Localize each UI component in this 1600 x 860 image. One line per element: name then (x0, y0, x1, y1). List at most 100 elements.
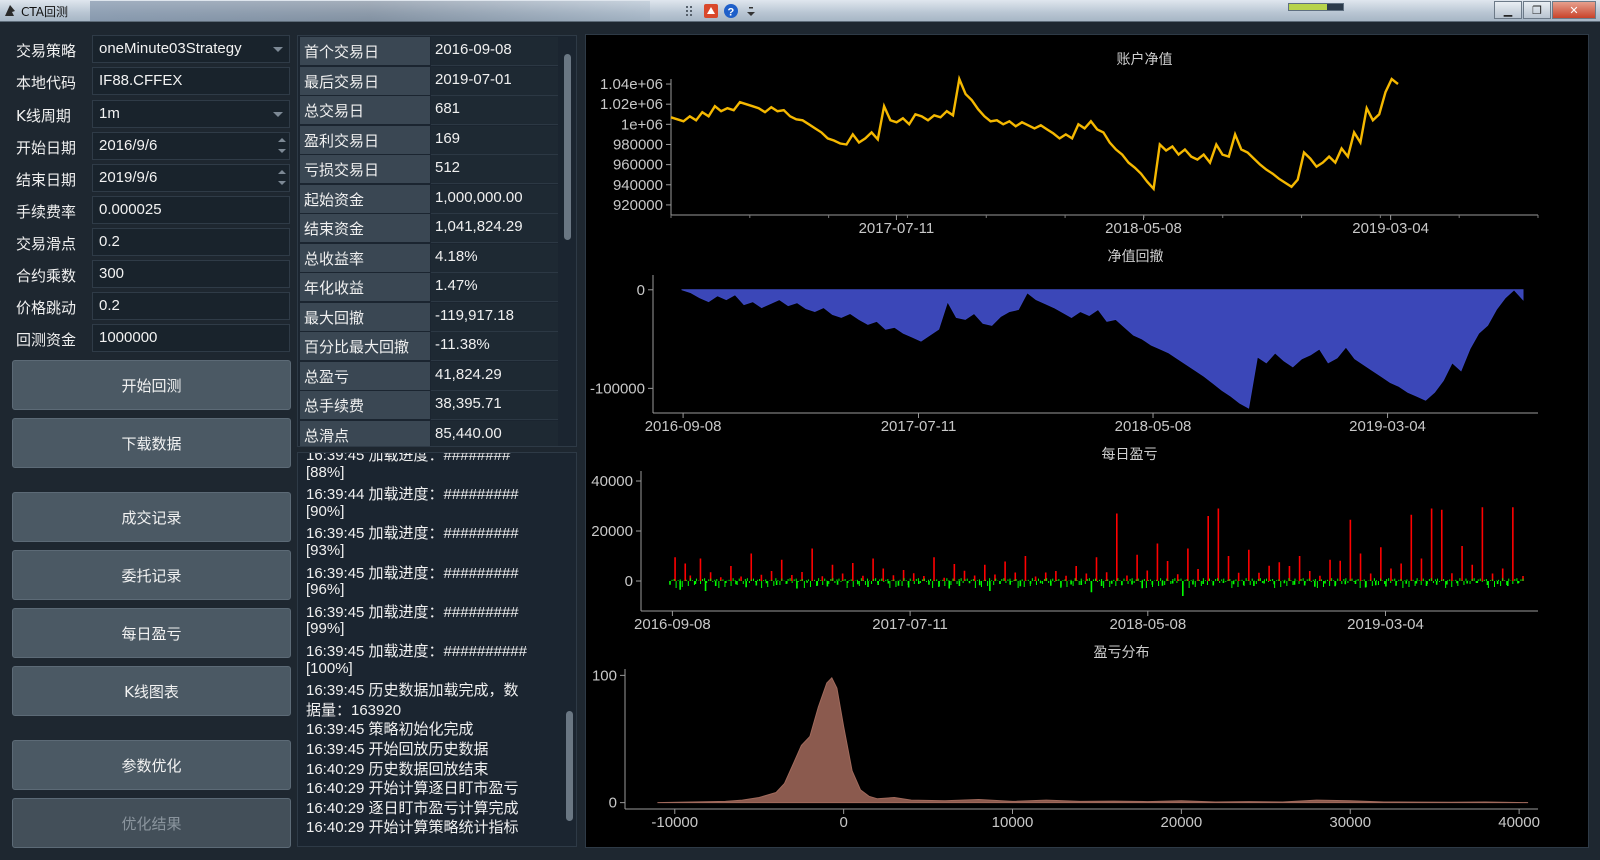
stats-value: 1,041,824.29 (431, 214, 558, 243)
slippage-input[interactable]: 0.2 (92, 228, 290, 256)
interval-label: K线周期 (16, 107, 71, 125)
x-tick-label: 2017-07-11 (859, 220, 935, 237)
restore-icon: ❐ (1532, 3, 1542, 17)
stats-key: 最后交易日 (300, 66, 430, 96)
start-backtest-button[interactable]: 开始回测 (12, 360, 291, 410)
drawdown-area (681, 289, 1524, 409)
log-scrollbar[interactable] (564, 453, 576, 846)
start-date-value: 2016/9/6 (99, 137, 158, 154)
y-tick-label: -100000 (590, 380, 645, 397)
start-date-input[interactable]: 2016/9/6 (92, 132, 290, 160)
download-data-button[interactable]: 下载数据 (12, 418, 291, 468)
symbol-value: IF88.CFFEX (99, 72, 183, 89)
maximize-button[interactable]: ❐ (1523, 1, 1551, 19)
background-taskbar (90, 1, 650, 21)
slippage-row: 交易滑点 0.2 (16, 228, 292, 256)
capital-label: 回测资金 (16, 331, 77, 349)
slippage-label: 交易滑点 (16, 235, 77, 253)
pricetick-input[interactable]: 0.2 (92, 292, 290, 320)
x-tick-label: 30000 (1329, 814, 1371, 831)
stats-scrollbar[interactable] (562, 36, 574, 446)
stats-value: 681 (431, 96, 558, 125)
stats-value: 169 (431, 125, 558, 155)
x-tick-label: 2017-07-11 (872, 616, 948, 633)
date-spinner[interactable] (276, 166, 288, 190)
date-spinner[interactable] (276, 134, 288, 158)
chevron-down-icon (273, 47, 283, 52)
commission-label: 手续费率 (16, 203, 77, 221)
stats-row: 总滑点 85,440.00 (300, 420, 558, 446)
window-title-bar[interactable]: CTA回测 ? ▁ ❐ ✕ (0, 0, 1600, 22)
log-line: [100%] (306, 659, 353, 677)
end-date-row: 结束日期 2019/9/6 (16, 164, 292, 192)
commission-value: 0.000025 (99, 201, 162, 218)
chart-panel: 账户净值 1.04e+06 1.02e+06 1e+06 980000 960000 940… (585, 34, 1589, 848)
app-launcher-icon[interactable] (703, 3, 719, 19)
x-tick-label: 2017-07-11 (881, 418, 957, 435)
log-line: 16:39:45 开始回放历史数据 (306, 741, 489, 758)
scroll-thumb[interactable] (564, 54, 571, 240)
chart-title: 净值回撤 (1108, 248, 1164, 264)
app-icon (3, 3, 18, 18)
capital-input[interactable]: 1000000 (92, 324, 290, 352)
x-tick-label: 2018-05-08 (1109, 616, 1186, 633)
scroll-thumb[interactable] (566, 711, 573, 821)
close-button[interactable]: ✕ (1552, 1, 1596, 19)
capital-value: 1000000 (99, 329, 158, 346)
x-tick-label: 2019-03-04 (1347, 616, 1424, 633)
optimize-button[interactable]: 参数优化 (12, 740, 291, 790)
y-tick-label: 0 (609, 795, 617, 812)
log-line: 16:40:29 开始计算策略统计指标 (306, 819, 519, 837)
dropdown-menu-icon[interactable] (743, 3, 759, 19)
stats-row: 百分比最大回撤 -11.38% (300, 332, 558, 361)
y-tick-label: 40000 (591, 473, 633, 490)
daily-pnl-button[interactable]: 每日盈亏 (12, 608, 291, 658)
commission-input[interactable]: 0.000025 (92, 196, 290, 224)
x-tick-label: -10000 (651, 814, 698, 831)
order-records-button[interactable]: 委托记录 (12, 550, 291, 600)
x-tick-label: 10000 (992, 814, 1034, 831)
start-date-label: 开始日期 (16, 139, 77, 157)
stats-key: 亏损交易日 (300, 155, 430, 184)
slippage-value: 0.2 (99, 233, 120, 250)
pricetick-row: 价格跳动 0.2 (16, 292, 292, 320)
minimize-button[interactable]: ▁ (1494, 1, 1522, 19)
symbol-input[interactable]: IF88.CFFEX (92, 67, 290, 95)
stats-row: 亏损交易日 512 (300, 155, 558, 184)
log-line: [90%] (306, 502, 345, 520)
stats-row: 结束资金 1,041,824.29 (300, 214, 558, 243)
toolbar-icons: ? (683, 1, 763, 21)
end-date-input[interactable]: 2019/9/6 (92, 164, 290, 192)
optimize-result-button[interactable]: 优化结果 (12, 798, 291, 848)
chart-title: 每日盈亏 (1102, 446, 1158, 462)
x-tick-label: 0 (839, 814, 847, 831)
pricetick-label: 价格跳动 (16, 299, 77, 317)
log-line: 据量：163920 (306, 701, 402, 719)
commission-row: 手续费率 0.000025 (16, 196, 292, 224)
stats-key: 总滑点 (300, 420, 430, 446)
x-tick-label: 2018-05-08 (1115, 418, 1192, 435)
help-icon[interactable]: ? (723, 3, 739, 19)
stats-key: 年化收益 (300, 273, 430, 302)
grip-icon (683, 3, 699, 19)
log-line: [93%] (306, 542, 345, 559)
stats-value: 4.18% (431, 243, 558, 273)
stats-value: 512 (431, 155, 558, 184)
interval-select[interactable]: 1m (92, 100, 290, 128)
log-line: [96%] (306, 581, 345, 599)
size-input[interactable]: 300 (92, 260, 290, 288)
stats-row: 总盈亏 41,824.29 (300, 361, 558, 391)
log-line: 16:40:29 开始计算逐日盯市盈亏 (306, 780, 519, 798)
log-line: 16:39:45 历史数据加载完成，数 (306, 682, 519, 700)
kline-chart-button[interactable]: K线图表 (12, 666, 291, 716)
stats-value: 2016-09-08 (431, 37, 558, 66)
stats-key: 总收益率 (300, 243, 430, 273)
trade-records-button[interactable]: 成交记录 (12, 492, 291, 542)
chart-title: 盈亏分布 (1094, 644, 1150, 660)
log-line: 16:39:45 加载进度：########## (306, 643, 527, 660)
strategy-select[interactable]: oneMinute03Strategy (92, 35, 290, 63)
statistics-table: 首个交易日 2016-09-08 最后交易日 2019-07-01 总交易日 681 盈利交… (297, 35, 577, 447)
strategy-value: oneMinute03Strategy (99, 40, 242, 57)
stats-key: 百分比最大回撤 (300, 332, 430, 361)
x-tick-label: 2018-05-08 (1105, 220, 1182, 237)
